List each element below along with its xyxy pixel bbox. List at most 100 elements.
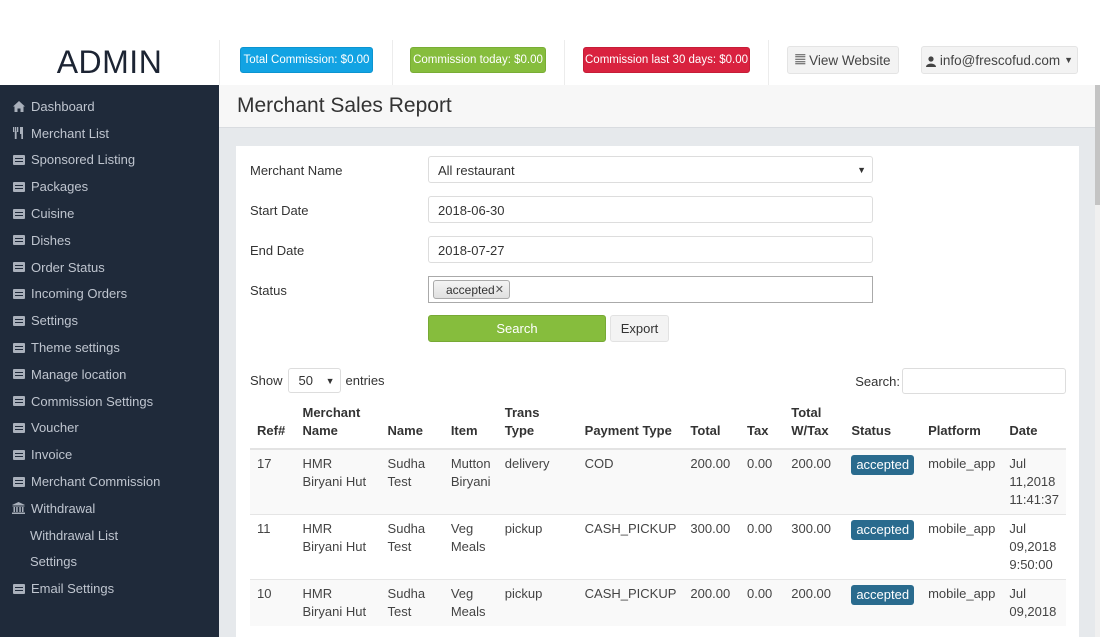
cell-name: Sudha Test	[380, 448, 444, 515]
export-button[interactable]: Export	[610, 315, 669, 342]
sidebar-item-cuisine[interactable]: Cuisine	[0, 200, 219, 227]
sidebar-item-invoice[interactable]: Invoice	[0, 441, 219, 468]
sidebar-item-manage-location[interactable]: Manage location	[0, 361, 219, 388]
sidebar-item-label: Settings	[31, 313, 78, 329]
sidebar-item-label: Packages	[31, 179, 89, 195]
cell-platform: mobile_app	[921, 448, 1003, 515]
scrollbar[interactable]	[1095, 85, 1100, 637]
col-merchant-name[interactable]: Merchant Name	[295, 400, 381, 450]
end-date-input[interactable]: 2018-07-27	[428, 236, 873, 263]
divider	[768, 40, 769, 85]
col-ref[interactable]: Ref#	[250, 400, 296, 450]
list-icon	[12, 369, 25, 380]
sidebar-item-merchant-list[interactable]: Merchant List	[0, 120, 219, 147]
list-icon	[12, 396, 25, 407]
cell-status: accepted	[844, 448, 922, 515]
cell-date: Jul 11,2018 11:41:37	[1002, 448, 1066, 515]
sidebar-item-withdrawal[interactable]: Withdrawal	[0, 495, 219, 522]
sidebar-item-label: Sponsored Listing	[31, 152, 136, 168]
page-header: Merchant Sales Report	[219, 85, 1100, 128]
cell-item: Mutton Biryani	[443, 448, 498, 515]
sidebar-item-packages[interactable]: Packages	[0, 173, 219, 200]
list-icon	[12, 342, 25, 353]
cell-tax: 0.00	[739, 514, 785, 580]
sidebar-item-label: Order Status	[31, 259, 105, 275]
table-row[interactable]: 10 HMR Biryani Hut Sudha Test Veg Meals …	[250, 579, 1066, 626]
sidebar-item-withdrawal-settings[interactable]: Settings	[0, 549, 219, 576]
table-row[interactable]: 11 HMR Biryani Hut Sudha Test Veg Meals …	[250, 514, 1066, 580]
cell-name: Sudha Test	[380, 514, 444, 580]
list-icon	[12, 422, 25, 433]
sidebar-item-label: Invoice	[31, 447, 73, 463]
commission-today-badge[interactable]: Commission today: $0.00	[410, 47, 546, 73]
entries-select[interactable]: 50 ▼	[287, 368, 341, 393]
col-payment-type[interactable]: Payment Type	[577, 400, 684, 450]
chevron-down-icon: ▼	[857, 165, 866, 175]
cell-name: Sudha Test	[380, 579, 444, 626]
sidebar-item-voucher[interactable]: Voucher	[0, 415, 219, 442]
col-total-wtax[interactable]: Total W/Tax	[784, 400, 845, 450]
show-label: Show	[250, 373, 283, 388]
col-tax[interactable]: Tax	[739, 400, 785, 450]
cell-payment-type: CASH_PICKUP	[577, 579, 684, 626]
total-commission-badge[interactable]: Total Commission: $0.00	[240, 47, 373, 73]
user-menu-button[interactable]: info@frescofud.com ▼	[921, 46, 1078, 74]
list-icon	[12, 262, 25, 273]
close-icon[interactable]: ✕	[495, 283, 504, 296]
col-status[interactable]: Status	[844, 400, 922, 450]
col-platform[interactable]: Platform	[921, 400, 1003, 450]
page-title: Merchant Sales Report	[237, 94, 452, 117]
cell-ref: 17	[250, 448, 296, 515]
list-icon	[12, 154, 25, 165]
table-row[interactable]: 17 HMR Biryani Hut Sudha Test Mutton Bir…	[250, 448, 1066, 515]
divider	[564, 40, 565, 85]
search-button[interactable]: Search	[428, 315, 606, 342]
sidebar-item-dashboard[interactable]: Dashboard	[0, 93, 219, 120]
view-website-button[interactable]: 𝄚 View Website	[787, 46, 899, 74]
table-search-label: Search:	[855, 373, 900, 389]
scrollbar-thumb[interactable]	[1095, 85, 1100, 205]
sidebar-item-sponsored-listing[interactable]: Sponsored Listing	[0, 147, 219, 174]
start-date-row: Start Date 2018-06-30	[236, 196, 1079, 224]
sidebar-item-incoming-orders[interactable]: Incoming Orders	[0, 281, 219, 308]
status-chip: accepted ✕	[433, 280, 510, 299]
commission-30-days-badge[interactable]: Commission last 30 days: $0.00	[583, 47, 750, 73]
sidebar-item-email-settings[interactable]: Email Settings	[0, 575, 219, 602]
chevron-down-icon: ▼	[325, 376, 335, 386]
merchant-name-select[interactable]: All restaurant ▼	[428, 156, 873, 183]
start-date-input[interactable]: 2018-06-30	[428, 196, 873, 223]
col-name[interactable]: Name	[380, 400, 444, 450]
cell-trans-type: delivery	[497, 448, 578, 515]
list-icon	[12, 583, 25, 594]
status-multiselect[interactable]: accepted ✕	[428, 276, 873, 303]
sidebar-item-label: Theme settings	[31, 340, 120, 356]
sidebar-item-settings[interactable]: Settings	[0, 307, 219, 334]
brand-logo[interactable]: ADMIN	[0, 40, 219, 85]
col-item[interactable]: Item	[443, 400, 498, 450]
sidebar-item-label: Manage location	[31, 366, 127, 382]
sidebar-item-withdrawal-list[interactable]: Withdrawal List	[0, 522, 219, 549]
col-trans-type[interactable]: Trans Type	[497, 400, 578, 450]
sidebar-item-order-status[interactable]: Order Status	[0, 254, 219, 281]
cell-ref: 10	[250, 579, 296, 626]
sidebar-item-theme-settings[interactable]: Theme settings	[0, 334, 219, 361]
user-icon	[925, 55, 936, 67]
table-search-input[interactable]	[902, 368, 1066, 394]
home-icon	[12, 100, 25, 112]
table-header-row: Ref# Merchant Name Name Item Trans Type …	[250, 400, 1066, 450]
list-icon	[12, 315, 25, 326]
sidebar-item-commission-settings[interactable]: Commission Settings	[0, 388, 219, 415]
col-total[interactable]: Total	[683, 400, 740, 450]
merchant-name-value: All restaurant	[438, 163, 515, 178]
status-chip-label: accepted	[446, 282, 495, 297]
sidebar-item-dishes[interactable]: Dishes	[0, 227, 219, 254]
divider	[219, 40, 220, 85]
cell-date: Jul 09,2018	[1002, 579, 1066, 626]
sidebar-item-label: Withdrawal	[31, 500, 96, 516]
list-icon	[12, 449, 25, 460]
col-date[interactable]: Date	[1002, 400, 1066, 450]
cell-platform: mobile_app	[921, 579, 1003, 626]
cutlery-icon: 𝄚	[795, 52, 806, 67]
sidebar-item-merchant-commission[interactable]: Merchant Commission	[0, 468, 219, 495]
list-icon	[12, 476, 25, 487]
